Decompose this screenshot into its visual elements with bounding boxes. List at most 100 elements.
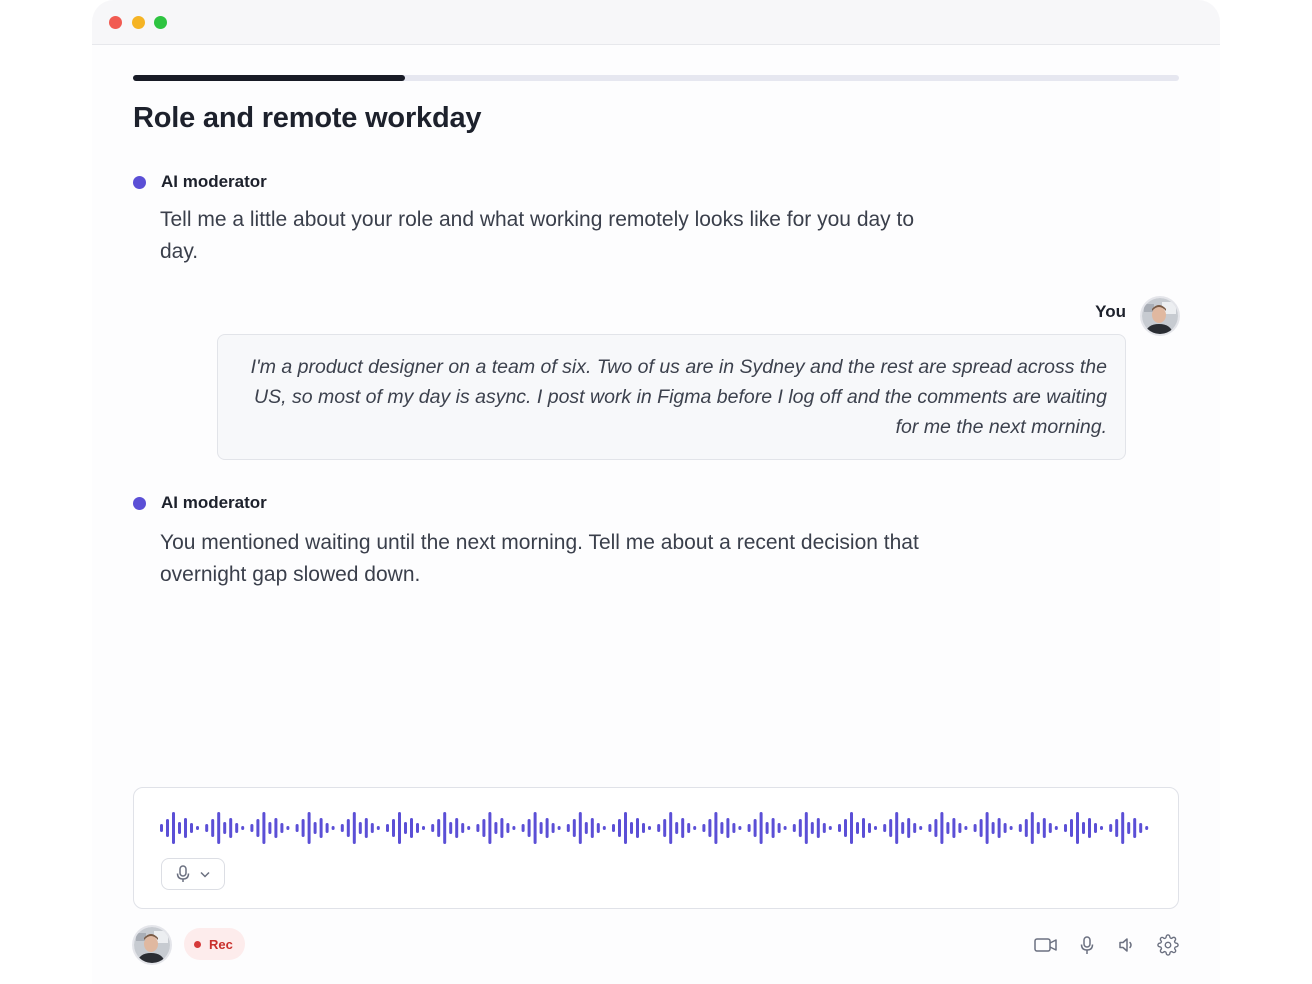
waveform-bar (172, 812, 175, 844)
waveform-bar (624, 812, 627, 844)
waveform-bar (991, 822, 995, 834)
waveform-bar (738, 826, 742, 830)
waveform-bar (262, 812, 266, 844)
section-title: Role and remote workday (133, 102, 482, 134)
waveform-bar (370, 823, 374, 833)
maximize-window-button[interactable] (154, 16, 167, 29)
waveform-bar (868, 823, 871, 833)
waveform-bar (919, 826, 923, 830)
waveform-bar (1048, 823, 1052, 833)
waveform-bar (940, 812, 944, 844)
waveform-bar (602, 826, 606, 830)
waveform-bar (178, 822, 181, 834)
camera-toggle-button[interactable] (1033, 933, 1059, 957)
waveform-bar (184, 818, 187, 838)
waveform-bar (590, 818, 594, 838)
waveform-bar (500, 818, 504, 838)
recording-label: Rec (209, 936, 233, 952)
waveform-bar (521, 824, 525, 832)
user-speaker-name: You (1095, 302, 1126, 321)
waveform-bar (319, 818, 323, 838)
user-message-bubble: I'm a product designer on a team of six.… (217, 334, 1126, 460)
waveform-bar (708, 819, 712, 837)
waveform-bar (828, 826, 832, 830)
waveform-bar (217, 812, 221, 844)
speaker-icon (1119, 938, 1132, 952)
waveform-bar (648, 826, 651, 830)
recording-dot (194, 940, 201, 948)
microphone-select[interactable] (161, 858, 225, 890)
speaker-toggle-button[interactable] (1114, 933, 1140, 957)
waveform-bar (404, 822, 407, 834)
waveform-bar (720, 822, 724, 834)
waveform-bar (166, 819, 169, 837)
waveform-bar (928, 824, 932, 832)
waveform-bar (449, 822, 453, 834)
waveform-bar (527, 819, 531, 837)
waveform-bar (1076, 812, 1079, 844)
waveform-bar (895, 812, 899, 844)
waveform-bar (256, 819, 260, 837)
waveform-bar (286, 826, 290, 830)
waveform-bar (783, 826, 787, 830)
waveform-bar (850, 812, 853, 844)
waveform-bar (596, 823, 600, 833)
waveform-bar (506, 823, 510, 833)
waveform-bar (702, 824, 706, 832)
waveform-bar (196, 826, 199, 830)
waveform-bar (630, 822, 633, 834)
waveform-bar (816, 818, 820, 838)
waveform-bar (190, 823, 193, 833)
microphone-icon (1080, 935, 1094, 954)
audio-waveform (160, 812, 1149, 844)
waveform-bar (771, 818, 775, 838)
gear-icon (1157, 934, 1179, 956)
settings-button[interactable] (1155, 933, 1181, 957)
app-window: Role and remote workday AI moderator Tel… (92, 0, 1220, 984)
waveform-bar (747, 824, 751, 832)
waveform-bar (557, 826, 561, 830)
waveform-bar (1009, 826, 1013, 830)
waveform-bar (822, 823, 826, 833)
waveform-bar (392, 819, 395, 837)
waveform-bar (907, 818, 911, 838)
waveform-bar (386, 824, 389, 832)
waveform-bar (997, 818, 1001, 838)
waveform-bar (494, 822, 498, 834)
microphone-toggle-button[interactable] (1074, 933, 1100, 957)
waveform-bar (578, 812, 582, 844)
section-progress-bar (133, 75, 1179, 81)
waveform-bar (160, 824, 163, 832)
waveform-bar (280, 823, 284, 833)
waveform-bar (205, 824, 209, 832)
minimize-window-button[interactable] (132, 16, 145, 29)
waveform-bar (482, 819, 486, 837)
waveform-bar (437, 819, 441, 837)
waveform-bar (838, 824, 841, 832)
waveform-bar (732, 823, 736, 833)
waveform-bar (443, 812, 447, 844)
waveform-bar (241, 826, 245, 830)
waveform-bar (512, 826, 516, 830)
video-camera-icon (1034, 938, 1057, 952)
waveform-bar (765, 822, 769, 834)
moderator-speaker-row: AI moderator (133, 172, 267, 192)
waveform-bar (1064, 824, 1067, 832)
waveform-bar (798, 819, 802, 837)
close-window-button[interactable] (109, 16, 122, 29)
waveform-bar (340, 824, 344, 832)
waveform-bar (422, 826, 425, 830)
waveform-bar (566, 824, 570, 832)
waveform-bar (1036, 822, 1040, 834)
user-message: I'm a product designer on a team of six.… (250, 356, 1107, 438)
waveform-bar (844, 819, 847, 837)
waveform-bar (636, 818, 639, 838)
window-titlebar (92, 0, 1220, 45)
waveform-bar (431, 824, 435, 832)
waveform-bar (1030, 812, 1034, 844)
waveform-bar (979, 819, 983, 837)
waveform-bar (376, 826, 380, 830)
waveform-bar (1082, 822, 1085, 834)
waveform-bar (934, 819, 938, 837)
call-controls-bar: Rec (92, 920, 1220, 970)
